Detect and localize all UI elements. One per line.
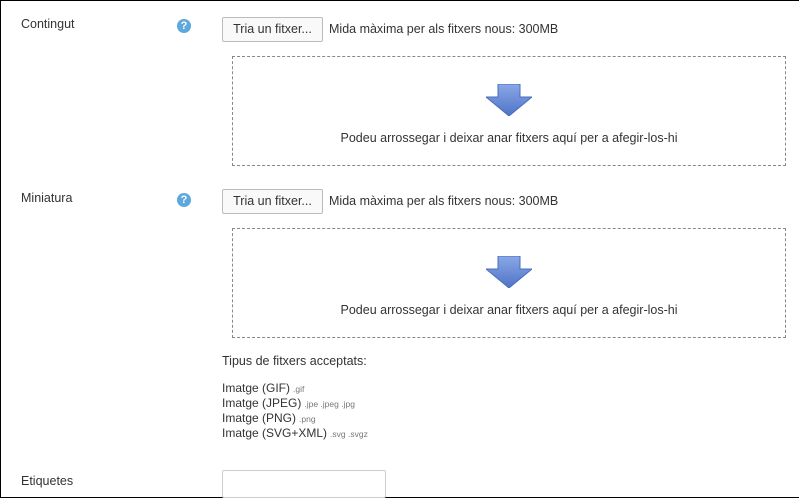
accepted-types-list: Imatge (GIF) .gif Imatge (JPEG) .jpe .jpeg… [222, 381, 368, 441]
accepted-type-item: Imatge (SVG+XML) .svg .svgz [222, 426, 368, 440]
accepted-type-item: Imatge (PNG) .png [222, 411, 316, 425]
content-dropzone[interactable]: Podeu arrossegar i deixar anar fitxers a… [232, 56, 786, 166]
content-help-icon[interactable]: ? [177, 19, 191, 33]
thumbnail-drop-text: Podeu arrossegar i deixar anar fitxers a… [340, 303, 678, 317]
tags-input[interactable] [222, 470, 386, 498]
download-arrow-icon [486, 256, 532, 288]
file-upload-form: Contingut ? Tria un fitxer... Mida màxim… [0, 0, 799, 498]
thumbnail-dropzone[interactable]: Podeu arrossegar i deixar anar fitxers a… [232, 228, 786, 338]
content-drop-text: Podeu arrossegar i deixar anar fitxers a… [340, 131, 678, 145]
thumbnail-max-size-text: Mida màxima per als fitxers nous: 300MB [329, 194, 559, 208]
tags-label: Etiquetes [21, 474, 74, 488]
download-arrow-icon [486, 84, 532, 116]
accepted-types-title: Tipus de fitxers acceptats: [222, 354, 367, 368]
content-choose-file-button[interactable]: Tria un fitxer... [222, 17, 323, 42]
accepted-type-item: Imatge (JPEG) .jpe .jpeg .jpg [222, 396, 355, 410]
thumbnail-help-icon[interactable]: ? [177, 193, 191, 207]
thumbnail-choose-file-button[interactable]: Tria un fitxer... [222, 189, 323, 214]
accepted-type-item: Imatge (GIF) .gif [222, 381, 305, 395]
thumbnail-label: Miniatura [21, 191, 73, 205]
content-max-size-text: Mida màxima per als fitxers nous: 300MB [329, 22, 559, 36]
content-label: Contingut [21, 17, 75, 31]
